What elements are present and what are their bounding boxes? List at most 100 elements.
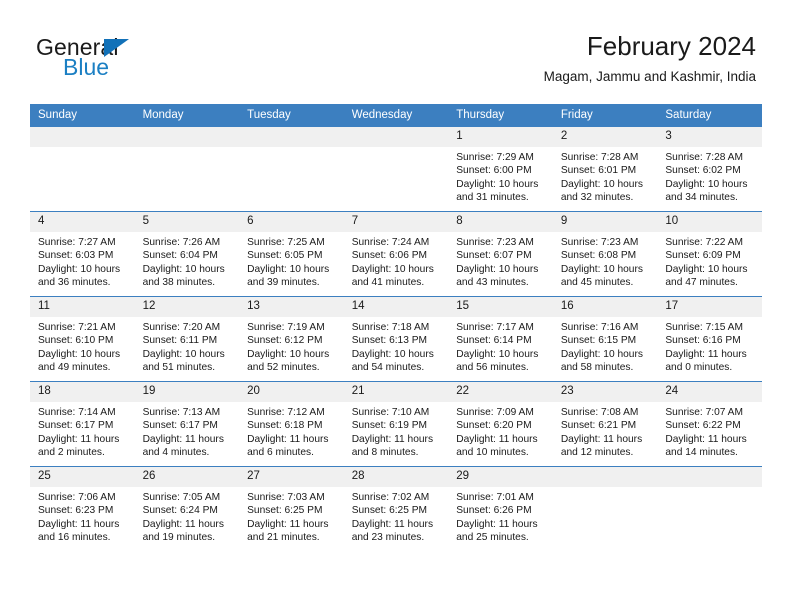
calendar-day-cell[interactable]: 27 Sunrise: 7:03 AM Sunset: 6:25 PM Dayligh… [239, 466, 344, 551]
page-header: General Blue February 2024 Magam, Jammu … [36, 30, 756, 98]
sunrise-time: Sunrise: 7:14 AM [38, 407, 116, 418]
daylight-duration-line2: and 34 minutes. [665, 192, 738, 204]
calendar-empty-cell [30, 126, 135, 212]
sunset-time: Sunset: 6:13 PM [351, 335, 428, 347]
sunrise-time: Sunrise: 7:21 AM [38, 322, 116, 333]
day-number [657, 467, 762, 487]
sunrise-time: Sunrise: 7:15 AM [665, 322, 743, 333]
sunrise-time: Sunrise: 7:24 AM [351, 237, 430, 248]
daylight-duration-line1: Daylight: 11 hours [665, 433, 747, 445]
calendar-day-cell[interactable]: 1 Sunrise: 7:29 AM Sunset: 6:00 PM Daylight… [448, 126, 553, 212]
calendar-day-cell[interactable]: 7 Sunrise: 7:24 AM Sunset: 6:06 PM Daylight… [343, 211, 449, 297]
day-details: Sunrise: 7:28 AM Sunset: 6:02 PM Daylight:… [657, 147, 762, 205]
calendar-week-row: 4 Sunrise: 7:27 AM Sunset: 6:03 PM Daylight… [30, 211, 762, 297]
calendar-day-cell[interactable]: 10 Sunrise: 7:22 AM Sunset: 6:09 PM Dayligh… [657, 211, 762, 297]
sunset-time: Sunset: 6:09 PM [665, 250, 741, 262]
daylight-duration-line1: Daylight: 11 hours [665, 348, 747, 360]
day-details: Sunrise: 7:29 AM Sunset: 6:00 PM Daylight:… [448, 147, 553, 205]
logo-text-blue: Blue [63, 54, 110, 80]
sunset-time: Sunset: 6:25 PM [247, 505, 323, 517]
calendar-empty-cell [343, 126, 449, 212]
day-number [552, 467, 658, 487]
calendar-day-cell[interactable]: 11 Sunrise: 7:21 AM Sunset: 6:10 PM Dayligh… [30, 296, 135, 382]
calendar-day-cell[interactable]: 12 Sunrise: 7:20 AM Sunset: 6:11 PM Dayligh… [134, 296, 240, 382]
sunset-time: Sunset: 6:17 PM [38, 420, 114, 432]
calendar-empty-cell [239, 126, 344, 212]
daylight-duration-line2: and 25 minutes. [456, 532, 529, 544]
day-details: Sunrise: 7:23 AM Sunset: 6:07 PM Daylight:… [448, 232, 553, 290]
calendar-day-cell[interactable]: 15 Sunrise: 7:17 AM Sunset: 6:14 PM Dayligh… [448, 296, 553, 382]
daylight-duration-line1: Daylight: 11 hours [560, 433, 643, 445]
calendar-day-cell[interactable]: 17 Sunrise: 7:15 AM Sunset: 6:16 PM Dayligh… [657, 296, 762, 382]
calendar-day-cell[interactable]: 14 Sunrise: 7:18 AM Sunset: 6:13 PM Dayligh… [343, 296, 449, 382]
sunset-time: Sunset: 6:20 PM [456, 420, 532, 432]
daylight-duration-line2: and 45 minutes. [560, 277, 634, 289]
sunrise-time: Sunrise: 7:01 AM [456, 492, 534, 503]
daylight-duration-line2: and 12 minutes. [560, 447, 634, 459]
daylight-duration-line2: and 19 minutes. [142, 532, 216, 544]
daylight-duration-line1: Daylight: 10 hours [456, 263, 539, 275]
calendar-day-cell[interactable]: 19 Sunrise: 7:13 AM Sunset: 6:17 PM Dayligh… [134, 381, 240, 467]
calendar-day-cell[interactable]: 9 Sunrise: 7:23 AM Sunset: 6:08 PM Daylight… [552, 211, 658, 297]
calendar-day-cell[interactable]: 26 Sunrise: 7:05 AM Sunset: 6:24 PM Dayligh… [134, 466, 240, 551]
day-number: 18 [30, 382, 135, 402]
calendar-day-cell[interactable]: 8 Sunrise: 7:23 AM Sunset: 6:07 PM Daylight… [448, 211, 553, 297]
calendar-day-cell[interactable]: 2 Sunrise: 7:28 AM Sunset: 6:01 PM Daylight… [552, 126, 658, 212]
calendar-day-cell[interactable]: 20 Sunrise: 7:12 AM Sunset: 6:18 PM Dayligh… [239, 381, 344, 467]
page-title: February 2024 [586, 31, 756, 61]
day-number: 2 [552, 127, 658, 147]
sunset-time: Sunset: 6:23 PM [38, 505, 114, 517]
sunset-time: Sunset: 6:22 PM [665, 420, 741, 432]
calendar-day-cell[interactable]: 21 Sunrise: 7:10 AM Sunset: 6:19 PM Dayligh… [343, 381, 449, 467]
day-number: 24 [657, 382, 762, 402]
calendar-empty-cell [657, 466, 762, 551]
day-details: Sunrise: 7:20 AM Sunset: 6:11 PM Daylight:… [135, 317, 240, 375]
daylight-duration-line2: and 2 minutes. [38, 447, 105, 459]
daylight-duration-line2: and 14 minutes. [665, 447, 738, 459]
day-details: Sunrise: 7:06 AM Sunset: 6:23 PM Daylight:… [30, 487, 135, 545]
calendar-day-cell[interactable]: 23 Sunrise: 7:08 AM Sunset: 6:21 PM Dayligh… [552, 381, 658, 467]
daylight-duration-line2: and 21 minutes. [247, 532, 320, 544]
day-details: Sunrise: 7:01 AM Sunset: 6:26 PM Daylight:… [448, 487, 553, 545]
sunrise-time: Sunrise: 7:07 AM [665, 407, 743, 418]
calendar-day-cell[interactable]: 18 Sunrise: 7:14 AM Sunset: 6:17 PM Dayligh… [30, 381, 135, 467]
daylight-duration-line1: Daylight: 11 hours [247, 518, 329, 530]
daylight-duration-line1: Daylight: 10 hours [560, 263, 643, 275]
calendar-day-cell[interactable]: 16 Sunrise: 7:16 AM Sunset: 6:15 PM Dayligh… [552, 296, 658, 382]
sunset-time: Sunset: 6:08 PM [560, 250, 637, 262]
calendar-day-cell[interactable]: 6 Sunrise: 7:25 AM Sunset: 6:05 PM Daylight… [239, 211, 344, 297]
calendar-day-cell[interactable]: 28 Sunrise: 7:02 AM Sunset: 6:25 PM Dayligh… [343, 466, 449, 551]
daylight-duration-line2: and 38 minutes. [142, 277, 216, 289]
calendar-day-cell[interactable]: 24 Sunrise: 7:07 AM Sunset: 6:22 PM Dayligh… [657, 381, 762, 467]
calendar-day-cell[interactable]: 29 Sunrise: 7:01 AM Sunset: 6:26 PM Dayligh… [448, 466, 553, 551]
daylight-duration-line1: Daylight: 11 hours [456, 433, 538, 445]
sunrise-time: Sunrise: 7:08 AM [560, 407, 639, 418]
sunset-time: Sunset: 6:24 PM [142, 505, 218, 517]
sunset-time: Sunset: 6:05 PM [247, 250, 323, 262]
calendar-day-cell[interactable]: 3 Sunrise: 7:28 AM Sunset: 6:02 PM Daylight… [657, 126, 762, 212]
day-number: 10 [657, 212, 762, 232]
calendar-day-cell[interactable]: 5 Sunrise: 7:26 AM Sunset: 6:04 PM Daylight… [134, 211, 240, 297]
day-details: Sunrise: 7:03 AM Sunset: 6:25 PM Daylight:… [239, 487, 344, 545]
calendar-day-cell[interactable]: 25 Sunrise: 7:06 AM Sunset: 6:23 PM Dayligh… [30, 466, 135, 551]
day-number: 25 [30, 467, 135, 487]
daylight-duration-line1: Daylight: 10 hours [38, 348, 121, 360]
day-number: 19 [134, 382, 240, 402]
day-details: Sunrise: 7:22 AM Sunset: 6:09 PM Daylight:… [657, 232, 762, 290]
daylight-duration-line1: Daylight: 11 hours [247, 433, 329, 445]
sunrise-time: Sunrise: 7:17 AM [456, 322, 534, 333]
sunrise-time: Sunrise: 7:16 AM [560, 322, 639, 333]
calendar-day-cell[interactable]: 22 Sunrise: 7:09 AM Sunset: 6:20 PM Dayligh… [448, 381, 553, 467]
calendar-day-cell[interactable]: 4 Sunrise: 7:27 AM Sunset: 6:03 PM Daylight… [30, 211, 135, 297]
sunrise-time: Sunrise: 7:10 AM [351, 407, 430, 418]
calendar-table: Sunday Monday Tuesday Wednesday Thursday… [30, 104, 762, 551]
daylight-duration-line1: Daylight: 11 hours [351, 518, 434, 530]
daylight-duration-line2: and 51 minutes. [142, 362, 216, 374]
weekday-header-tuesday: Tuesday [239, 104, 344, 127]
day-details: Sunrise: 7:27 AM Sunset: 6:03 PM Daylight:… [30, 232, 135, 290]
day-number: 16 [552, 297, 658, 317]
daylight-duration-line1: Daylight: 11 hours [142, 518, 224, 530]
day-number: 3 [657, 127, 762, 147]
calendar-day-cell[interactable]: 13 Sunrise: 7:19 AM Sunset: 6:12 PM Dayligh… [239, 296, 344, 382]
weekday-header-saturday: Saturday [657, 104, 762, 127]
